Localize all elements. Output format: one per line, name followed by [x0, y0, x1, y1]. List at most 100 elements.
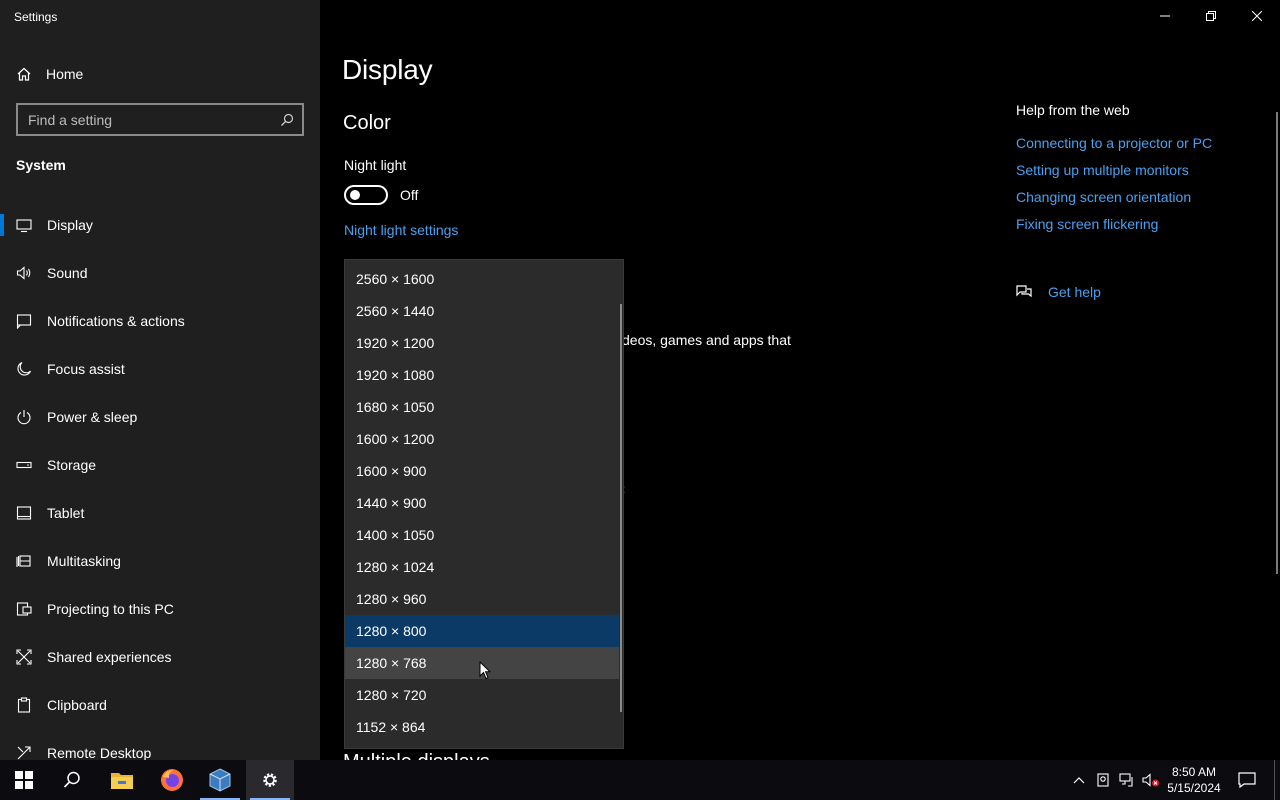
sidebar: Settings Home System Display Sound Notif…: [0, 0, 320, 760]
toggle-knob: [350, 190, 360, 200]
sidebar-nav: Display Sound Notifications & actions Fo…: [0, 201, 320, 760]
resolution-option[interactable]: 1920 × 1080: [345, 359, 619, 391]
search-icon[interactable]: [272, 113, 302, 127]
resolution-option[interactable]: 1600 × 900: [345, 455, 619, 487]
taskbar-firefox[interactable]: [148, 760, 196, 800]
mouse-cursor-icon: [479, 661, 491, 680]
help-link-projector[interactable]: Connecting to a projector or PC: [1016, 135, 1212, 162]
file-explorer-icon: [111, 773, 133, 789]
resolution-option[interactable]: 2560 × 1600: [345, 263, 619, 295]
sidebar-item-storage[interactable]: Storage: [0, 441, 320, 489]
resolution-option[interactable]: 1152 × 864: [345, 711, 619, 743]
resolution-option[interactable]: 1400 × 1050: [345, 519, 619, 551]
sidebar-item-display[interactable]: Display: [0, 201, 320, 249]
get-help-label: Get help: [1048, 284, 1101, 300]
resolution-option-selected[interactable]: 1280 × 800: [345, 615, 619, 647]
monitor-icon: [16, 219, 32, 233]
dropdown-scrollbar[interactable]: [620, 304, 622, 712]
taskbar-clock[interactable]: 8:50 AM 5/15/2024: [1162, 764, 1226, 796]
resolution-option[interactable]: 1440 × 900: [345, 487, 619, 519]
projecting-icon: [16, 602, 32, 616]
search-icon: [63, 771, 80, 788]
start-icon: [15, 771, 33, 789]
resolution-option[interactable]: 1920 × 1200: [345, 327, 619, 359]
get-help-link[interactable]: Get help: [1016, 284, 1101, 300]
action-center-button[interactable]: [1234, 760, 1260, 800]
sidebar-item-label: Remote Desktop: [47, 745, 152, 760]
page-title: Display: [342, 54, 433, 85]
sidebar-item-remote-desktop[interactable]: Remote Desktop: [0, 729, 320, 760]
volume-muted-icon: [1142, 773, 1159, 787]
scale-description-text: deos, games and apps that: [622, 332, 791, 348]
chat-help-icon: [1016, 285, 1032, 298]
taskbar-file-explorer[interactable]: [98, 760, 146, 800]
night-light-settings-link[interactable]: Night light settings: [344, 222, 458, 238]
sidebar-item-label: Tablet: [47, 505, 85, 521]
sidebar-item-projecting[interactable]: Projecting to this PC: [0, 585, 320, 633]
minimize-button[interactable]: [1142, 0, 1188, 32]
sidebar-item-sound[interactable]: Sound: [0, 249, 320, 297]
firefox-icon: [161, 769, 183, 791]
sidebar-item-clipboard[interactable]: Clipboard: [0, 681, 320, 729]
sidebar-item-tablet[interactable]: Tablet: [0, 489, 320, 537]
help-link-screen-flickering[interactable]: Fixing screen flickering: [1016, 216, 1212, 243]
shared-icon: [16, 649, 32, 665]
sidebar-item-shared-experiences[interactable]: Shared experiences: [0, 633, 320, 681]
chevron-up-icon: [1073, 777, 1085, 784]
main-scrollbar[interactable]: [1276, 112, 1278, 574]
show-desktop-button[interactable]: [1274, 760, 1280, 800]
notification-icon: [16, 314, 32, 329]
restore-button[interactable]: [1188, 0, 1234, 32]
camera-icon: [1097, 773, 1109, 787]
taskbar-search-button[interactable]: [48, 760, 96, 800]
night-light-label: Night light: [344, 157, 407, 173]
sidebar-item-focus-assist[interactable]: Focus assist: [0, 345, 320, 393]
sidebar-item-notifications[interactable]: Notifications & actions: [0, 297, 320, 345]
sidebar-item-multitasking[interactable]: Multitasking: [0, 537, 320, 585]
home-icon: [17, 67, 31, 81]
resolution-option[interactable]: 1280 × 720: [345, 679, 619, 711]
sidebar-item-label: Shared experiences: [47, 649, 172, 665]
multitasking-icon: [16, 555, 31, 567]
network-icon: [1119, 773, 1133, 787]
taskbar-settings[interactable]: [246, 760, 294, 800]
help-link-screen-orientation[interactable]: Changing screen orientation: [1016, 189, 1212, 216]
tray-volume[interactable]: [1140, 760, 1162, 800]
resolution-option[interactable]: 1600 × 1200: [345, 423, 619, 455]
resolution-option[interactable]: 2560 × 1440: [345, 295, 619, 327]
help-from-web: Help from the web Connecting to a projec…: [1016, 102, 1212, 243]
app-title: Settings: [14, 10, 58, 24]
clock-date: 5/15/2024: [1167, 781, 1221, 795]
sidebar-item-power-sleep[interactable]: Power & sleep: [0, 393, 320, 441]
action-center-icon: [1238, 772, 1256, 788]
taskbar-virtualbox[interactable]: [196, 760, 244, 800]
night-light-state: Off: [400, 187, 419, 203]
sidebar-item-label: Storage: [47, 457, 97, 473]
night-light-toggle[interactable]: [344, 185, 388, 205]
search-input[interactable]: [18, 111, 272, 128]
resolution-option[interactable]: 1680 × 1050: [345, 391, 619, 423]
color-heading: Color: [343, 112, 391, 134]
tray-meet-now[interactable]: [1093, 760, 1113, 800]
clock-time: 8:50 AM: [1171, 765, 1217, 779]
restore-icon: [1206, 11, 1216, 21]
close-button[interactable]: [1234, 0, 1280, 32]
sidebar-item-label: Focus assist: [47, 361, 125, 377]
speaker-icon: [16, 266, 31, 280]
show-hidden-icons-button[interactable]: [1068, 760, 1090, 800]
resolution-option[interactable]: 1280 × 1024: [345, 551, 619, 583]
search-box[interactable]: [16, 103, 304, 136]
power-icon: [17, 410, 31, 425]
sidebar-item-label: Sound: [47, 265, 88, 281]
sidebar-item-label: Power & sleep: [47, 409, 138, 425]
tray-network[interactable]: [1116, 760, 1138, 800]
clipboard-icon: [17, 697, 31, 713]
sidebar-item-label: Clipboard: [47, 697, 107, 713]
resolution-option[interactable]: 1280 × 960: [345, 583, 619, 615]
storage-icon: [16, 461, 32, 469]
help-link-multiple-monitors[interactable]: Setting up multiple monitors: [1016, 162, 1212, 189]
start-button[interactable]: [0, 760, 48, 800]
home-link[interactable]: Home: [16, 62, 83, 86]
virtualbox-icon: [209, 768, 231, 792]
home-label: Home: [46, 66, 84, 82]
